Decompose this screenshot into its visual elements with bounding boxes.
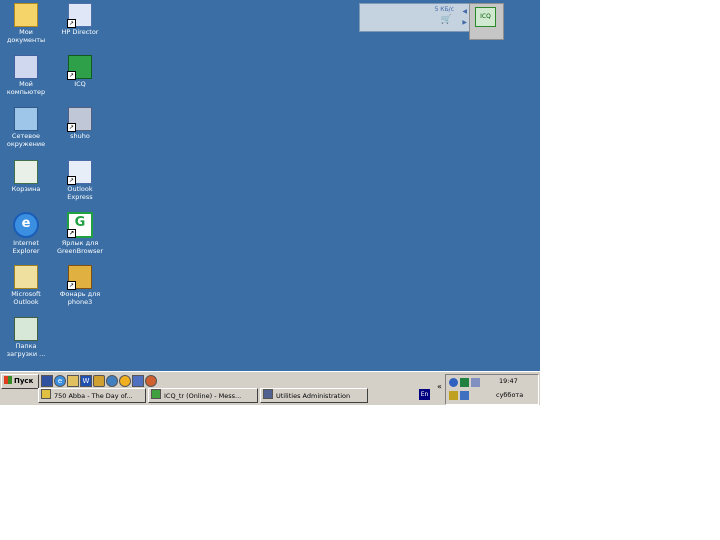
my-documents-icon[interactable]: Мои документы [0,2,52,44]
icon-label: Internet Explorer [12,239,40,255]
icq-logo-icon[interactable]: ICQ [475,7,496,27]
shortcut-arrow-icon: ↗ [67,176,76,185]
shuffle-icon[interactable]: ↗ shuho [54,106,106,141]
icon-label: Фонарь для phone3 [59,290,101,306]
shortcut-arrow-icon: ↗ [67,19,76,28]
connection-tray-icon[interactable] [460,391,469,400]
task-label: 750 Abba - The Day of... [54,392,133,400]
browser-icon[interactable] [132,375,144,387]
network-icon[interactable]: Сетевое окружение [0,106,52,148]
game-icon[interactable] [145,375,157,387]
windows-flag-icon [4,376,12,384]
greenbrowser-icon[interactable]: G ↗ Ярлык для GreenBrowser [54,211,106,255]
download-icon [14,317,38,341]
icon-label: ICQ [74,80,86,88]
icon-label: shuho [70,132,90,140]
system-tray [445,374,539,405]
map-icon: ↗ [67,265,92,290]
start-button[interactable]: Пуск [1,374,39,389]
my-computer-icon[interactable]: Мой компьютер [0,54,52,96]
trash-icon [14,160,38,184]
task-button-winamp[interactable]: 750 Abba - The Day of... [38,388,146,403]
recycle-bin-icon[interactable]: Корзина [0,159,52,194]
ie-icon[interactable]: e [54,375,66,387]
task-label: ICQ_tr (Online) - Mess... [164,392,242,400]
language-indicator[interactable]: En [419,389,430,400]
ie-logo-icon: e [13,212,39,238]
deskbar-status: 5 КБ/с [434,6,454,13]
icon-label: Папка загрузки ... [6,342,46,358]
green-g-icon: G ↗ [67,212,93,238]
icon-label: Корзина [11,185,41,193]
icon-label: Microsoft Outlook [11,290,41,306]
deskbar-arrows-icon[interactable]: ◀ ▶ [462,6,467,28]
deskbar-panel[interactable]: ICQ [469,3,504,40]
screen: Мои документы Мой компьютер Сетевое окру… [0,0,540,405]
outlook-icon[interactable]: Microsoft Outlook [0,264,52,306]
icq-tray-icon[interactable] [460,378,469,387]
word-icon[interactable]: W [80,375,92,387]
flower-icon: ↗ [67,55,92,80]
media-icon[interactable] [119,375,131,387]
icq-message-icon [151,389,161,399]
internet-explorer-icon[interactable]: e Internet Explorer [0,211,52,255]
volume-tray-icon[interactable] [449,391,458,400]
admin-icon [263,389,273,399]
show-desktop-icon[interactable] [41,375,53,387]
globe-icon[interactable] [106,375,118,387]
mail-icon [14,265,38,289]
task-button-icq[interactable]: ICQ_tr (Online) - Mess... [148,388,258,403]
network-tray-icon[interactable] [449,378,458,387]
tray-expand-icon[interactable]: « [437,382,442,391]
display-tray-icon[interactable] [471,378,480,387]
taskbar: Пуск e W 750 Abba - The Day of... ICQ_tr… [0,371,540,405]
computer-icon [14,55,38,79]
shortcut-arrow-icon: ↗ [67,123,76,132]
task-label: Utilities Administration [276,392,351,400]
envelope-icon: ↗ [67,160,92,185]
outlook-icon[interactable] [67,375,79,387]
network-tool-icon: ↗ [67,107,92,132]
desktop[interactable]: Мои документы Мой компьютер Сетевое окру… [0,0,540,371]
icon-label: Outlook Express [67,185,93,201]
shortcut-arrow-icon: ↗ [67,229,76,238]
task-button-admin[interactable]: Utilities Administration [260,388,368,403]
globe-computer-icon [14,107,38,131]
deskbar-widget[interactable]: 5 КБ/с 🛒 ◀ ▶ [359,3,471,32]
icon-label: Сетевое окружение [6,132,46,148]
gear-icon[interactable] [93,375,105,387]
start-label: Пуск [14,377,34,385]
icon-label: Ярлык для GreenBrowser [56,239,104,255]
outlook-express-icon[interactable]: ↗ Outlook Express [54,159,106,201]
shortcut-arrow-icon: ↗ [67,71,76,80]
icon-label: Мои документы [6,28,46,44]
cart-icon[interactable]: 🛒 [441,15,452,25]
winamp-icon [41,389,51,399]
hp-director-icon[interactable]: ↗ HP Director [54,2,106,37]
icq-icon[interactable]: ↗ ICQ [54,54,106,89]
clock-day: суббота [496,391,524,399]
hp-download-icon[interactable]: Папка загрузки ... [0,316,52,358]
hp-icon: ↗ [67,3,92,28]
shortcut-arrow-icon: ↗ [67,281,76,290]
icon-label: HP Director [61,28,99,36]
phone-icon[interactable]: ↗ Фонарь для phone3 [54,264,106,306]
folder-icon [14,3,38,27]
icon-label: Мой компьютер [6,80,46,96]
clock-time[interactable]: 19:47 [499,377,518,385]
